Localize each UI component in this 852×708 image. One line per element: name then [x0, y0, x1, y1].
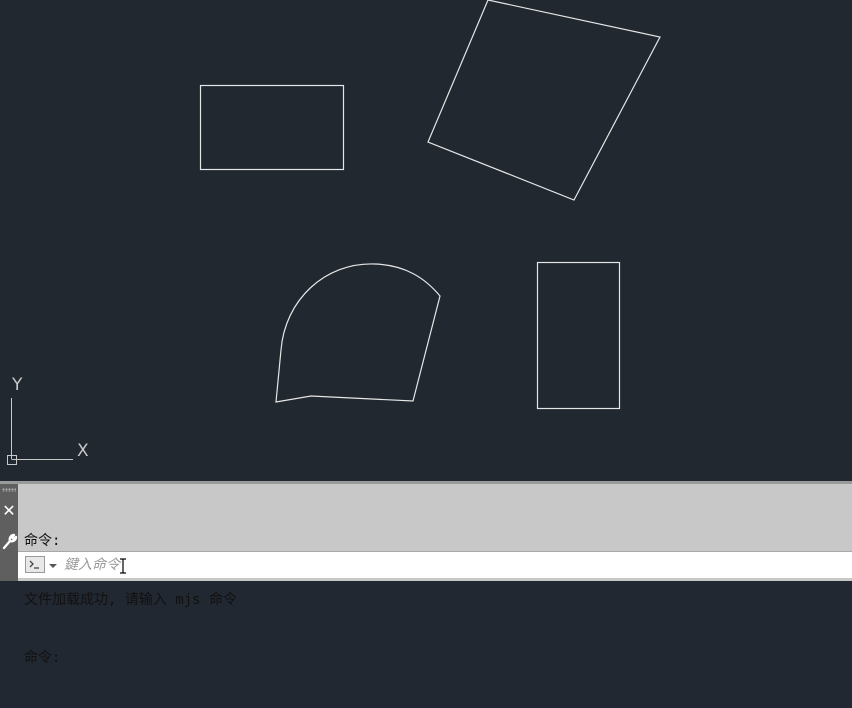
command-input-row	[18, 551, 852, 578]
command-line-sidebar: ✕	[0, 484, 18, 581]
chevron-down-icon[interactable]	[48, 557, 58, 571]
command-input[interactable]	[64, 552, 844, 577]
command-prompt-icon[interactable]	[25, 556, 45, 573]
ucs-x-label: X	[77, 441, 89, 461]
ucs-icon	[7, 398, 73, 465]
drag-grip-icon[interactable]	[2, 488, 16, 492]
rectangle-shape[interactable]	[199, 84, 345, 171]
drawing-svg[interactable]	[0, 0, 852, 481]
history-line: 命令:	[24, 650, 61, 666]
history-line: 文件加载成功, 请输入 mjs 命令	[24, 591, 238, 608]
text-cursor-icon	[120, 558, 126, 574]
rotated-square-shape[interactable]	[427, 0, 661, 201]
history-line: 命令:	[24, 533, 61, 549]
command-line-panel: ✕ 命令: 文件加载成功, 请输入 mjs 命令 命令:	[0, 481, 852, 666]
drawing-canvas[interactable]: Y X	[0, 0, 852, 481]
vertical-rectangle-shape[interactable]	[536, 261, 621, 410]
ucs-y-label: Y	[12, 375, 23, 395]
command-history: 命令: 文件加载成功, 请输入 mjs 命令 命令:	[24, 493, 237, 708]
wrench-icon[interactable]	[0, 530, 18, 552]
close-icon[interactable]: ✕	[0, 500, 18, 522]
arc-polyline-shape[interactable]	[275, 263, 441, 403]
